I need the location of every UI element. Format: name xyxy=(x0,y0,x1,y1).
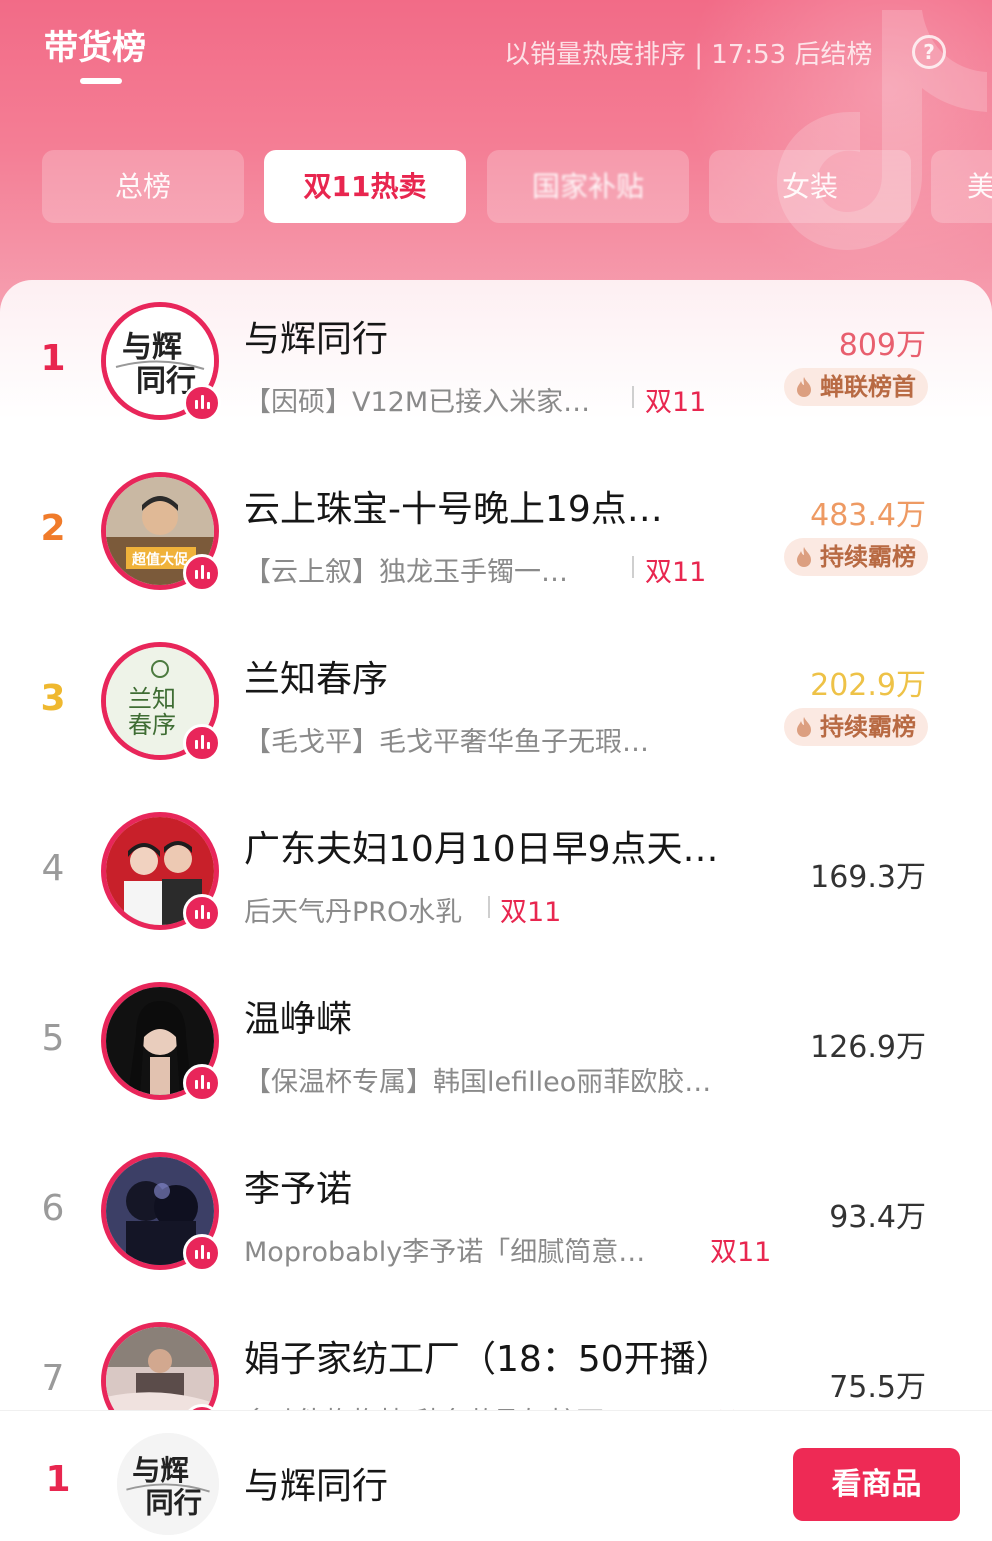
divider xyxy=(488,896,490,918)
ranking-hint: 以销量热度排序 | 17:53 后结榜 xyxy=(504,40,873,70)
svg-text:同行: 同行 xyxy=(145,1486,202,1519)
avatar[interactable]: 超值大促 xyxy=(101,472,221,592)
sales-value: 126.9万 xyxy=(810,1030,926,1065)
svg-text:超值大促: 超值大促 xyxy=(131,551,189,567)
product-title: 后天气丹PRO水乳 xyxy=(244,897,463,928)
category-tabs: 总榜 双11热卖 国家补贴 女装 美 xyxy=(42,150,992,223)
tab-beauty[interactable]: 美 xyxy=(931,150,992,223)
avatar-image: 与辉 同行 xyxy=(117,1433,219,1535)
live-icon xyxy=(183,384,221,422)
live-icon xyxy=(183,724,221,762)
avatar-image xyxy=(106,1327,214,1410)
svg-text:兰知: 兰知 xyxy=(128,686,176,713)
product-title: 【因硕】V12M已接入米家… xyxy=(244,387,591,418)
double11-tag: 双11 xyxy=(710,1237,772,1268)
avatar[interactable] xyxy=(101,812,221,932)
list-item[interactable]: 6 李予诺 Moprobably李予诺「细腻简意… 双11 93.4万 xyxy=(0,1130,992,1300)
rank-number: 3 xyxy=(40,678,66,719)
list-item[interactable]: 5 温峥嵘 【保温杯专属】韩国lefilleo丽菲欧胶… 126.9万 xyxy=(0,960,992,1130)
divider xyxy=(632,386,634,408)
double11-tag: 双11 xyxy=(500,897,562,928)
product-title: 【云上叙】独龙玉手镯一… xyxy=(244,557,568,588)
avatar[interactable]: 与辉 同行 xyxy=(117,1433,219,1535)
product-title: 【保温杯专属】韩国lefilleo丽菲欧胶… xyxy=(244,1067,712,1098)
svg-text:春序: 春序 xyxy=(128,712,176,739)
avatar[interactable] xyxy=(101,1152,221,1272)
double11-tag: 双11 xyxy=(710,1400,771,1410)
sales-value: 483.4万 xyxy=(810,498,926,533)
avatar[interactable] xyxy=(101,1322,221,1410)
avatar[interactable] xyxy=(101,982,221,1102)
rank-number: 6 xyxy=(41,1188,65,1229)
rank-badge: 持续霸榜 xyxy=(784,538,928,576)
rank-number: 4 xyxy=(41,848,65,889)
streamer-name: 李予诺 xyxy=(244,1169,353,1210)
rank-badge: 蝉联榜首 xyxy=(784,368,928,406)
view-products-button[interactable]: 看商品 xyxy=(793,1448,960,1521)
flame-icon xyxy=(797,547,811,567)
flame-icon xyxy=(797,377,811,397)
product-title: 【毛戈平】毛戈平奢华鱼子无瑕… xyxy=(244,727,649,758)
sales-value: 75.5万 xyxy=(829,1370,926,1405)
rank-number: 5 xyxy=(41,1018,65,1059)
sales-value: 169.3万 xyxy=(810,860,926,895)
rank-number: 2 xyxy=(40,508,66,549)
rank-number: 1 xyxy=(45,1459,71,1500)
svg-text:与辉: 与辉 xyxy=(132,1455,189,1487)
list-item[interactable]: 2 超值大促 云上珠宝-十号晚上19点… 【云上叙】独龙玉手镯一… 双11 48… xyxy=(0,450,992,620)
avatar[interactable]: 兰知 春序 xyxy=(101,642,221,762)
svg-text:与辉: 与辉 xyxy=(122,331,182,364)
rank-number: 1 xyxy=(40,338,66,379)
tab-overall[interactable]: 总榜 xyxy=(42,150,244,223)
live-icon xyxy=(183,1064,221,1102)
flame-icon xyxy=(797,717,811,737)
live-icon xyxy=(183,894,221,932)
double11-tag: 双11 xyxy=(645,557,707,588)
title-underline xyxy=(80,78,122,84)
rank-number: 7 xyxy=(41,1358,65,1399)
question-circle-icon[interactable]: ? xyxy=(912,35,946,69)
list-item[interactable]: 7 娟子家纺工厂（18：50开播） 多功能抱抱枕 秋冬款孕妇护面… 双11 75… xyxy=(0,1300,992,1410)
ranking-list: 1 与辉 同行 与辉同行 【因硕】V12M已接入米家… 双11 809万 蝉联榜… xyxy=(0,280,992,1410)
tab-womens-wear[interactable]: 女装 xyxy=(709,150,911,223)
my-rank-bar: 1 与辉 同行 与辉同行 看商品 xyxy=(0,1410,992,1541)
streamer-name: 与辉同行 xyxy=(244,319,389,360)
page-title: 带货榜 xyxy=(44,28,146,68)
sales-value: 202.9万 xyxy=(810,668,926,703)
streamer-name: 与辉同行 xyxy=(244,1466,389,1507)
product-title: Moprobably李予诺「细腻简意… xyxy=(244,1237,646,1268)
double11-tag: 双11 xyxy=(645,387,707,418)
divider xyxy=(632,556,634,578)
product-title: 多功能抱抱枕 秋冬款孕妇护面… xyxy=(244,1400,631,1410)
list-item[interactable]: 3 兰知 春序 兰知春序 【毛戈平】毛戈平奢华鱼子无瑕… 202.9万 持续霸榜 xyxy=(0,620,992,790)
list-item[interactable]: 4 广东夫妇10月10日早9点天… 后天气丹PRO水乳 双11 169.3万 xyxy=(0,790,992,960)
avatar[interactable]: 与辉 同行 xyxy=(101,302,221,422)
streamer-name: 娟子家纺工厂（18：50开播） xyxy=(244,1339,732,1380)
streamer-name: 温峥嵘 xyxy=(244,999,353,1040)
sales-value: 809万 xyxy=(838,328,926,363)
streamer-name: 兰知春序 xyxy=(244,659,389,700)
streamer-name: 广东夫妇10月10日早9点天… xyxy=(244,829,719,870)
rank-badge: 持续霸榜 xyxy=(784,708,928,746)
tab-national-subsidy[interactable]: 国家补贴 xyxy=(487,150,689,223)
tab-double11-hot[interactable]: 双11热卖 xyxy=(264,150,466,223)
live-icon xyxy=(183,1234,221,1272)
list-item[interactable]: 1 与辉 同行 与辉同行 【因硕】V12M已接入米家… 双11 809万 蝉联榜… xyxy=(0,280,992,450)
streamer-name: 云上珠宝-十号晚上19点… xyxy=(244,489,663,530)
sales-value: 93.4万 xyxy=(829,1200,926,1235)
live-icon xyxy=(183,554,221,592)
